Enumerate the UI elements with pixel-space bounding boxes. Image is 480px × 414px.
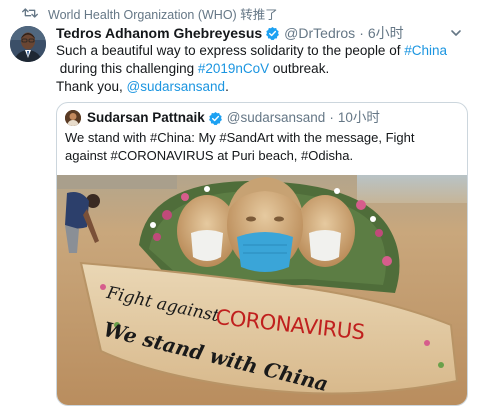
- author-avatar-image: [10, 26, 46, 62]
- hashtag-link-2019ncov[interactable]: #2019nCoV: [198, 61, 269, 76]
- quoted-author-name: Sudarsan Pattnaik: [87, 110, 205, 125]
- tweet-body: Tedros Adhanom Ghebreyesus @DrTedros · 6…: [56, 24, 472, 96]
- mention-link-sudarsansand[interactable]: @sudarsansand: [127, 79, 226, 94]
- separator-dot: ·: [359, 25, 364, 41]
- tweet-text-segment: Such a beautiful way to express solidari…: [56, 43, 405, 58]
- author-avatar[interactable]: [10, 26, 46, 62]
- quoted-author-avatar: [65, 110, 81, 126]
- quoted-tweet-card[interactable]: Sudarsan Pattnaik @sudarsansand · 10小时 W…: [56, 102, 468, 406]
- retweet-indicator[interactable]: World Health Organization (WHO) 转推了: [22, 4, 278, 22]
- retweet-icon: [22, 8, 38, 18]
- separator-dot: ·: [329, 110, 334, 125]
- tweet-text-segment: Thank you,: [56, 79, 127, 94]
- quoted-tweet-timestamp: 10小时: [337, 110, 380, 125]
- tweet-text: Such a beautiful way to express solidari…: [56, 42, 472, 96]
- tweet-text-segment: during this challenging: [56, 61, 198, 76]
- quoted-author-avatar-image: [65, 110, 81, 126]
- chevron-down-icon[interactable]: [450, 27, 462, 39]
- tweet-text-line-3: Thank you, @sudarsansand.: [56, 78, 472, 96]
- quoted-text-line-2: against #CORONAVIRUS at Puri beach, #Odi…: [65, 148, 354, 163]
- retweet-text: World Health Organization (WHO) 转推了: [48, 7, 278, 22]
- quoted-tweet-header: Sudarsan Pattnaik @sudarsansand · 10小时: [65, 109, 380, 127]
- quoted-author-handle: @sudarsansand: [226, 110, 326, 125]
- tweet-text-line-1: Such a beautiful way to express solidari…: [56, 42, 472, 60]
- tweet-text-segment: .: [225, 79, 229, 94]
- tweet-header: Tedros Adhanom Ghebreyesus @DrTedros · 6…: [56, 24, 472, 42]
- verified-badge-icon: [266, 26, 280, 40]
- verified-badge-icon: [208, 111, 222, 125]
- hashtag-link-china[interactable]: #China: [404, 43, 447, 58]
- tweet-timestamp[interactable]: 6小时: [368, 24, 404, 42]
- tweet-text-line-2: during this challenging #2019nCoV outbre…: [56, 60, 472, 78]
- quoted-text-line-1: We stand with #China: My #SandArt with t…: [65, 130, 415, 145]
- author-name[interactable]: Tedros Adhanom Ghebreyesus: [56, 24, 262, 42]
- tweet-text-segment: outbreak.: [269, 61, 330, 76]
- author-handle[interactable]: @DrTedros: [284, 24, 355, 42]
- quoted-tweet-text: We stand with #China: My #SandArt with t…: [65, 129, 461, 165]
